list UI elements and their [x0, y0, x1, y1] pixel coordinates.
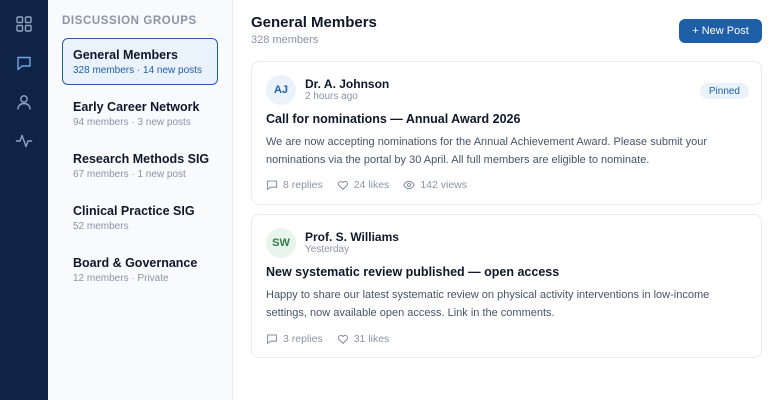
- pinned-badge: Pinned: [699, 83, 749, 99]
- group-name: Research Methods SIG: [73, 152, 210, 166]
- member-count: 328 members: [251, 34, 319, 46]
- group-name: Board & Governance: [73, 256, 198, 270]
- new-post-button[interactable]: + New Post: [679, 19, 762, 43]
- post-stats: 3 replies 31 likes: [266, 333, 403, 345]
- heart-icon: [337, 334, 348, 344]
- group-item-research-methods-sig[interactable]: Research Methods SIG 67 members · 1 new …: [62, 142, 218, 189]
- post-author[interactable]: Dr. A. Johnson: [305, 77, 389, 91]
- group-item-general-members[interactable]: General Members 328 members · 14 new pos…: [62, 38, 218, 85]
- group-meta: 52 members: [73, 221, 129, 232]
- group-name: Clinical Practice SIG: [73, 204, 195, 218]
- icon-rail: [0, 0, 48, 400]
- replies-count: 3 replies: [283, 333, 323, 345]
- replies-count: 8 replies: [283, 179, 323, 191]
- group-meta: 94 members · 3 new posts: [73, 117, 191, 128]
- group-name: Early Career Network: [73, 100, 200, 114]
- heart-icon: [337, 180, 348, 190]
- avatar[interactable]: AJ: [266, 75, 296, 105]
- chat-icon[interactable]: [14, 53, 34, 73]
- feed-panel: General Members 328 members + New Post A…: [233, 0, 780, 400]
- post-title[interactable]: Call for nominations — Annual Award 2026: [266, 112, 520, 126]
- group-item-board-governance[interactable]: Board & Governance 12 members · Private: [62, 246, 218, 293]
- group-meta: 328 members · 14 new posts: [73, 65, 202, 76]
- group-name: General Members: [73, 48, 178, 62]
- avatar[interactable]: SW: [266, 228, 296, 258]
- comment-icon: [266, 180, 278, 191]
- post-author[interactable]: Prof. S. Williams: [305, 230, 399, 244]
- post-card[interactable]: SW Prof. S. Williams Yesterday New syste…: [251, 214, 762, 358]
- post-body: We are now accepting nominations for the…: [266, 136, 708, 166]
- post-timestamp: 2 hours ago: [305, 91, 358, 102]
- views-count: 142 views: [420, 179, 468, 191]
- likes-count: 31 likes: [353, 333, 390, 345]
- groups-heading: DISCUSSION GROUPS: [62, 15, 197, 27]
- groups-sidebar: DISCUSSION GROUPS General Members 328 me…: [48, 0, 233, 400]
- group-meta: 12 members · Private: [73, 273, 169, 284]
- replies-stat[interactable]: 8 replies: [266, 179, 323, 191]
- post-title[interactable]: New systematic review published — open a…: [266, 265, 559, 279]
- group-meta: 67 members · 1 new post: [73, 169, 186, 180]
- eye-icon: [403, 180, 416, 190]
- grid-icon[interactable]: [14, 14, 34, 34]
- likes-stat[interactable]: 31 likes: [337, 333, 390, 345]
- group-item-clinical-practice-sig[interactable]: Clinical Practice SIG 52 members: [62, 194, 218, 241]
- comment-icon: [266, 334, 278, 345]
- post-timestamp: Yesterday: [305, 244, 350, 255]
- views-stat: 142 views: [403, 179, 467, 191]
- replies-stat[interactable]: 3 replies: [266, 333, 323, 345]
- post-card[interactable]: AJ Dr. A. Johnson 2 hours ago Pinned Cal…: [251, 61, 762, 205]
- activity-icon[interactable]: [14, 131, 34, 151]
- page-title: General Members: [251, 14, 377, 31]
- likes-stat[interactable]: 24 likes: [337, 179, 390, 191]
- post-stats: 8 replies 24 likes 142 views: [266, 179, 481, 191]
- group-item-early-career-network[interactable]: Early Career Network 94 members · 3 new …: [62, 90, 218, 137]
- post-body: Happy to share our latest systematic rev…: [266, 289, 710, 319]
- user-icon[interactable]: [14, 92, 34, 112]
- likes-count: 24 likes: [353, 179, 390, 191]
